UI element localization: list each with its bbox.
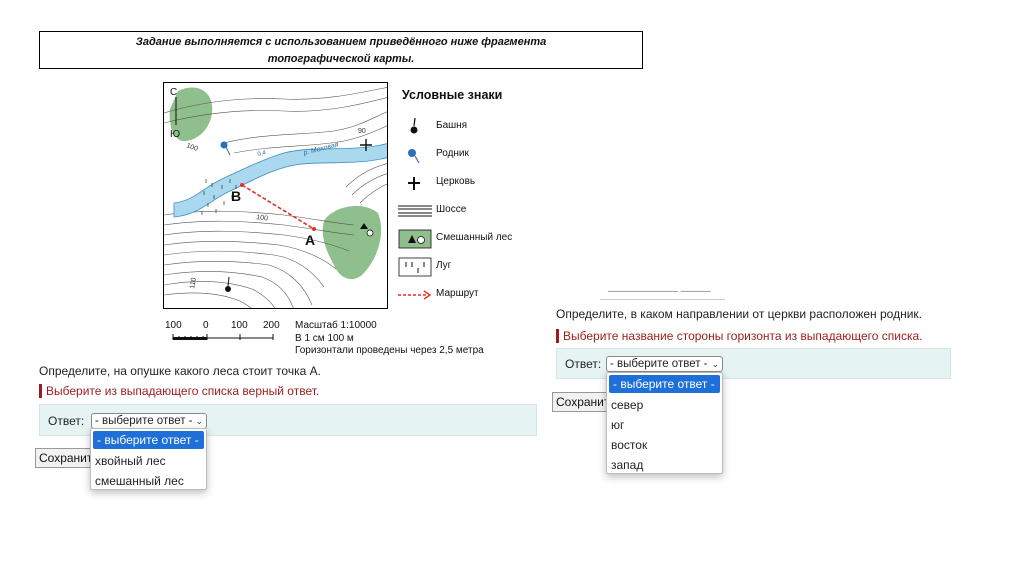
question2-option-north[interactable]: север (607, 395, 722, 415)
elevation-label-100-top: 100 (185, 142, 198, 153)
tower-symbol (225, 276, 231, 292)
legend-label-meadow: Луг (436, 260, 452, 271)
chevron-down-icon: ⌄ (711, 359, 719, 369)
question2-option-south[interactable]: юг (607, 415, 722, 435)
legend-item-meadow: Луг (398, 256, 538, 278)
question2-text: Определите, в каком направлении от церкв… (556, 307, 923, 321)
task-header-line1: Задание выполняется с использованием при… (135, 36, 547, 48)
question2-select[interactable]: - выберите ответ - ⌄ (606, 356, 723, 372)
point-a-label: А (305, 232, 315, 248)
question1-option-mixed[interactable]: смешанный лес (91, 471, 206, 491)
legend-item-church: Церковь (398, 172, 538, 194)
mixed-forest-icon (398, 229, 432, 249)
scale-tick-200: 200 (263, 320, 280, 331)
question2-answer-label: Ответ: (565, 357, 602, 371)
highway-icon (398, 205, 432, 217)
legend-item-route: Маршрут (398, 284, 538, 306)
legend-item-tower: Башня (398, 116, 538, 138)
church-icon (408, 177, 420, 190)
question2-option-placeholder[interactable]: - выберите ответ - (609, 375, 720, 393)
task-header: Задание выполняется с использованием при… (39, 31, 643, 69)
legend-title: Условные знаки (402, 88, 503, 102)
chevron-down-icon: ⌄ (195, 416, 203, 426)
legend-label-mixed-forest: Смешанный лес (436, 232, 513, 243)
route-icon (398, 290, 432, 300)
river-width-label: 0,4 (257, 150, 267, 158)
point-a-dot (312, 227, 316, 231)
scale-ratio: Масштаб 1:10000 (295, 320, 377, 331)
legend-label-route: Маршрут (436, 288, 479, 299)
question2-select-value: - выберите ответ - (610, 358, 708, 370)
question1-option-coniferous[interactable]: хвойный лес (91, 451, 206, 471)
spring-icon (408, 149, 420, 164)
question1-save-button[interactable]: Сохранить (35, 448, 93, 468)
map-scale: 100 0 100 200 Масштаб 1:10000 В 1 см 100… (163, 318, 513, 362)
question1-text: Определите, на опушке какого леса стоит … (39, 364, 321, 378)
legend-item-spring: Родник (398, 144, 538, 166)
point-b-dot (240, 183, 244, 187)
legend-item-mixed-forest: Смешанный лес (398, 228, 538, 250)
legend-item-highway: Шоссе (398, 200, 538, 222)
question2-option-east[interactable]: восток (607, 435, 722, 455)
scale-tick-100-left: 100 (165, 320, 182, 331)
point-b-label: В (231, 188, 241, 204)
scale-contour-interval: Горизонтали проведены через 2,5 метра (295, 345, 484, 356)
question2-fragment-top: ——————— ——— (600, 290, 725, 300)
tower-icon (410, 117, 418, 134)
compass-north-label: С (170, 87, 177, 98)
question2-hint: Выберите название стороны горизонта из в… (556, 329, 923, 343)
question2-dropdown: - выберите ответ - север юг восток запад (606, 372, 723, 474)
scale-tick-100: 100 (231, 320, 248, 331)
elevation-label-100-mid: 100 (256, 214, 269, 223)
meadow-icon (398, 257, 432, 277)
map-drawing: р. Моховая 0,4 В А С Ю 100 90 100 110 (164, 87, 387, 308)
scale-bar: 100 0 100 200 (165, 320, 280, 340)
question1-dropdown: - выберите ответ - хвойный лес смешанный… (90, 428, 207, 490)
question1-answer-label: Ответ: (48, 414, 85, 428)
legend-label-church: Церковь (436, 176, 476, 187)
question1-option-placeholder[interactable]: - выберите ответ - (93, 431, 204, 449)
scale-cm: В 1 см 100 м (295, 332, 354, 344)
scale-text: Масштаб 1:10000 В 1 см 100 м Горизонтали… (295, 320, 484, 358)
question2-fragment-text: ——————— ——— (608, 290, 711, 297)
spring-symbol (220, 141, 231, 156)
map-legend: Условные знаки Башня Родник Церковь Шосс… (398, 84, 538, 309)
question1-hint: Выберите из выпадающего списка верный от… (39, 384, 319, 398)
question2-option-west[interactable]: запад (607, 455, 722, 475)
compass-south-label: Ю (170, 129, 180, 140)
elevation-label-90: 90 (358, 128, 366, 135)
question2-save-button[interactable]: Сохранить (552, 392, 610, 412)
scale-tick-0: 0 (203, 320, 209, 331)
legend-label-spring: Родник (436, 148, 469, 159)
topographic-map: р. Моховая 0,4 В А С Ю 100 90 100 110 (163, 82, 388, 309)
question1-select[interactable]: - выберите ответ - ⌄ (91, 413, 207, 429)
question1-select-value: - выберите ответ - (95, 415, 193, 427)
task-header-line2: топографической карты. (267, 53, 415, 65)
legend-label-tower: Башня (436, 120, 468, 131)
elevation-label-110: 110 (189, 277, 198, 289)
forest-east (322, 206, 382, 280)
legend-label-highway: Шоссе (436, 204, 467, 215)
